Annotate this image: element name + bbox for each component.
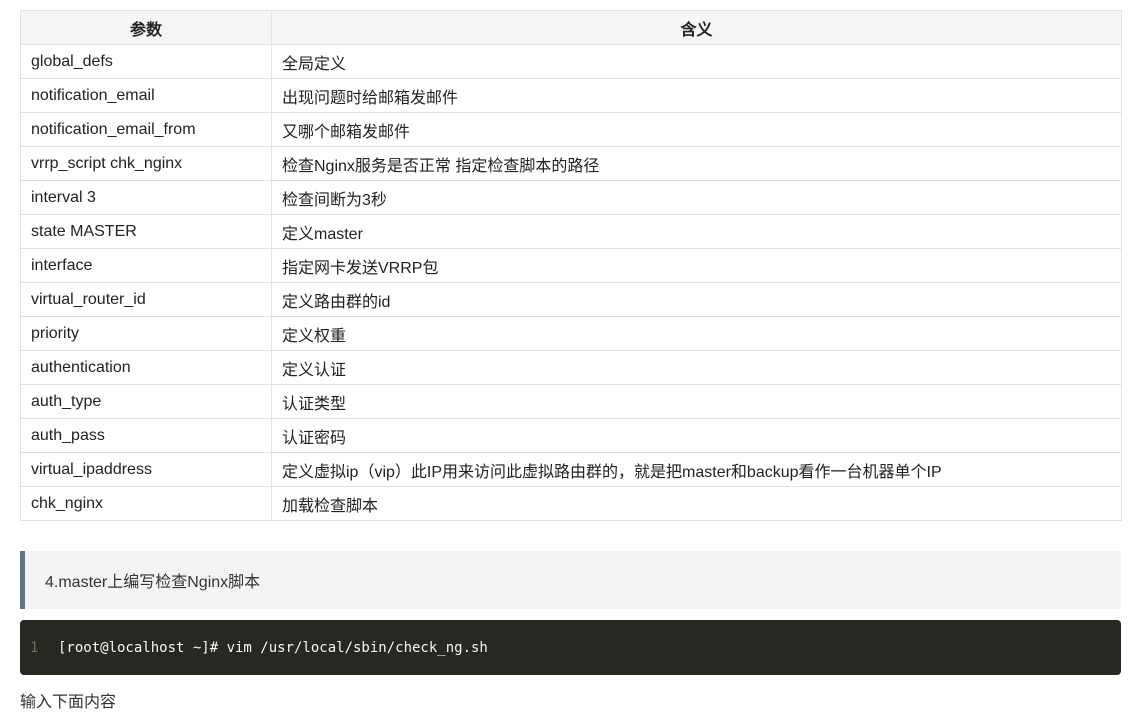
meaning-cell: 认证类型 (271, 384, 1122, 419)
table-row: notification_email_from 又哪个邮箱发邮件 (20, 112, 1122, 147)
param-cell: notification_email (20, 78, 272, 113)
meaning-cell: 认证密码 (271, 418, 1122, 453)
param-cell: auth_type (20, 384, 272, 419)
table-row: interface 指定网卡发送VRRP包 (20, 248, 1122, 283)
param-cell: authentication (20, 350, 272, 385)
param-cell: global_defs (20, 44, 272, 79)
code-line[interactable]: [root@localhost ~]# vim /usr/local/sbin/… (58, 640, 488, 656)
meaning-cell: 定义认证 (271, 350, 1122, 385)
meaning-cell: 检查间断为3秒 (271, 180, 1122, 215)
param-cell: notification_email_from (20, 112, 272, 147)
param-cell: interval 3 (20, 180, 272, 215)
param-cell: interface (20, 248, 272, 283)
code-block[interactable]: 1 [root@localhost ~]# vim /usr/local/sbi… (20, 620, 1121, 675)
table-row: virtual_ipaddress 定义虚拟ip（vip）此IP用来访问此虚拟路… (20, 452, 1122, 487)
paragraph-text: 输入下面内容 (20, 694, 117, 711)
meaning-cell: 定义权重 (271, 316, 1122, 351)
code-line-number: 1 (30, 639, 39, 656)
meaning-cell: 检查Nginx服务是否正常 指定检查脚本的路径 (271, 146, 1122, 181)
column-header-param: 参数 (20, 10, 272, 45)
table-header-row: 参数 含义 (20, 10, 1122, 45)
meaning-cell: 加载检查脚本 (271, 486, 1122, 521)
meaning-cell: 全局定义 (271, 44, 1122, 79)
table-row: notification_email 出现问题时给邮箱发邮件 (20, 78, 1122, 113)
meaning-cell: 定义虚拟ip（vip）此IP用来访问此虚拟路由群的，就是把master和back… (271, 452, 1122, 487)
meaning-cell: 定义路由群的id (271, 282, 1122, 317)
meaning-cell: 指定网卡发送VRRP包 (271, 248, 1122, 283)
table-row: authentication 定义认证 (20, 350, 1122, 385)
article-page: 参数 含义 global_defs 全局定义 notification_emai… (0, 0, 1138, 726)
table-row: interval 3 检查间断为3秒 (20, 180, 1122, 215)
blockquote-text: 4.master上编写检查Nginx脚本 (45, 574, 261, 591)
parameter-table: 参数 含义 global_defs 全局定义 notification_emai… (20, 10, 1122, 521)
param-cell: virtual_ipaddress (20, 452, 272, 487)
meaning-cell: 又哪个邮箱发邮件 (271, 112, 1122, 147)
param-cell: priority (20, 316, 272, 351)
param-cell: chk_nginx (20, 486, 272, 521)
meaning-cell: 出现问题时给邮箱发邮件 (271, 78, 1122, 113)
table-row: virtual_router_id 定义路由群的id (20, 282, 1122, 317)
param-cell: auth_pass (20, 418, 272, 453)
table-row: global_defs 全局定义 (20, 44, 1122, 79)
section-blockquote: 4.master上编写检查Nginx脚本 (20, 551, 1121, 609)
table-row: state MASTER 定义master (20, 214, 1122, 249)
table-row: auth_pass 认证密码 (20, 418, 1122, 453)
table-row: priority 定义权重 (20, 316, 1122, 351)
column-header-meaning: 含义 (271, 10, 1122, 45)
table-row: vrrp_script chk_nginx 检查Nginx服务是否正常 指定检查… (20, 146, 1122, 181)
table-row: auth_type 认证类型 (20, 384, 1122, 419)
table-row: chk_nginx 加载检查脚本 (20, 486, 1122, 521)
param-cell: vrrp_script chk_nginx (20, 146, 272, 181)
param-cell: virtual_router_id (20, 282, 272, 317)
param-cell: state MASTER (20, 214, 272, 249)
meaning-cell: 定义master (271, 214, 1122, 249)
